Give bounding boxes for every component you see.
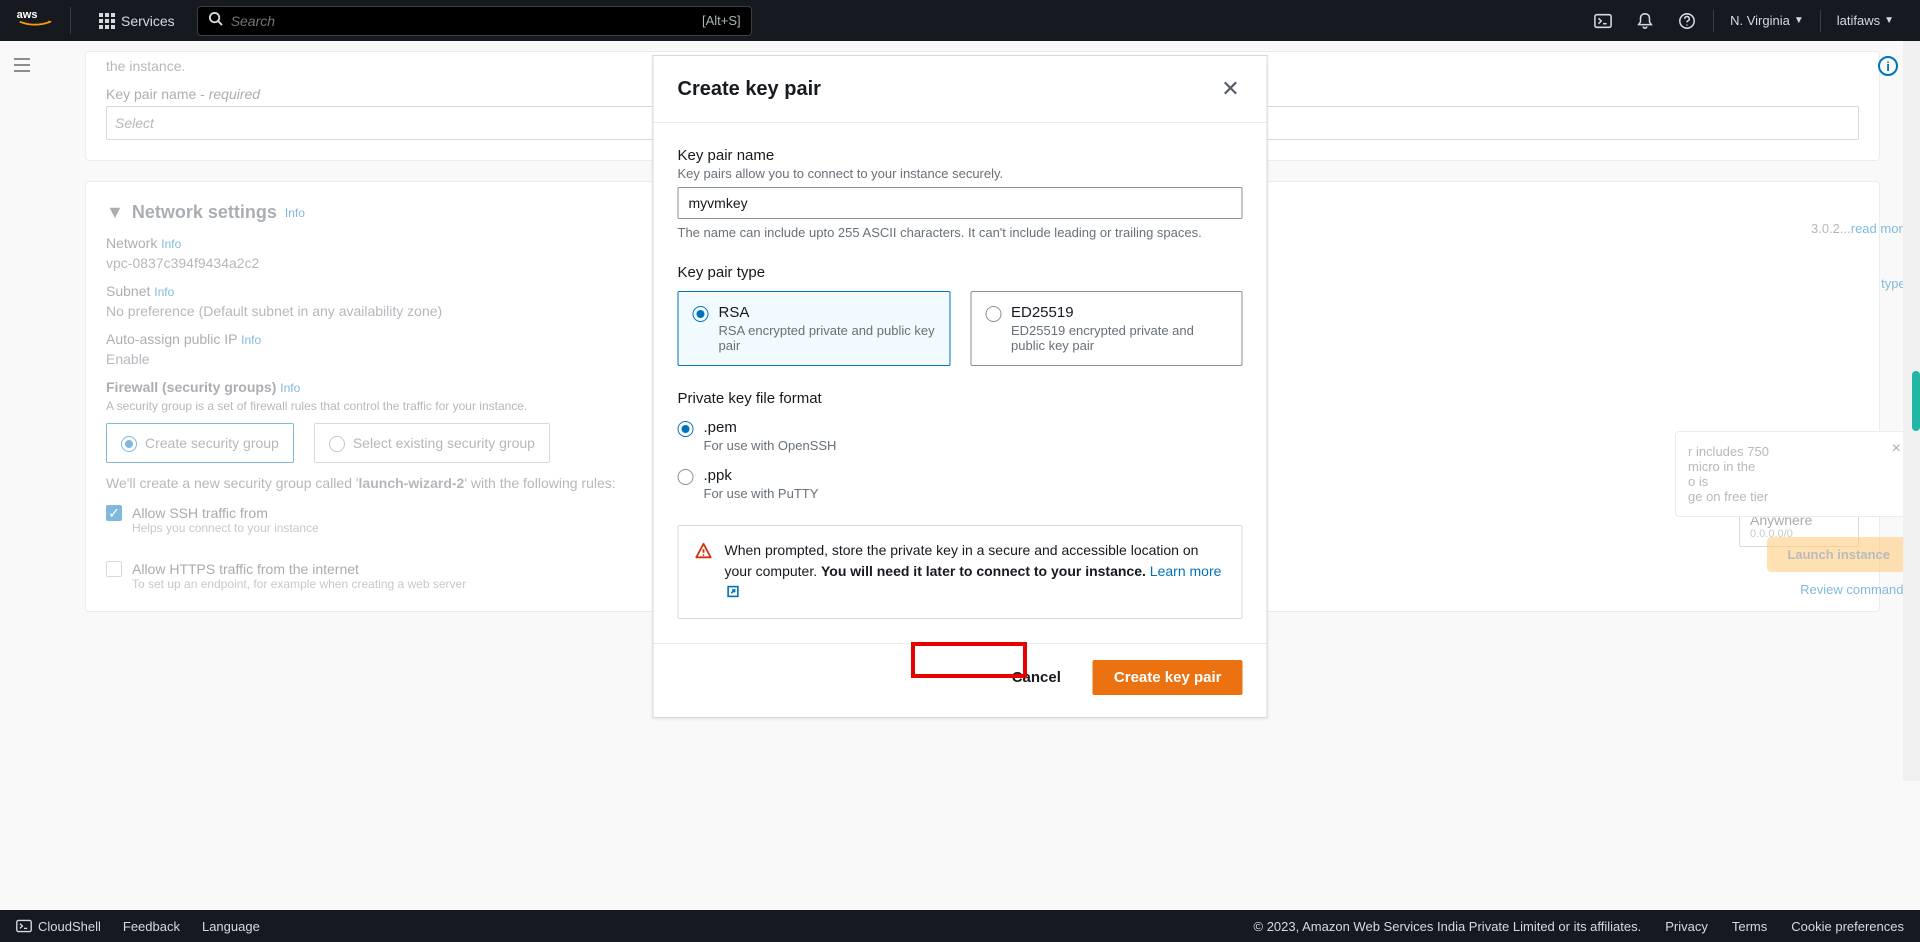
keypair-type-label: Key pair type [678, 264, 1243, 281]
radio-on-icon [693, 306, 709, 322]
chevron-down-icon: ▼ [1884, 15, 1894, 26]
services-label: Services [121, 13, 175, 29]
chevron-down-icon: ▼ [106, 202, 124, 223]
cloudshell-icon-button[interactable] [1583, 1, 1623, 41]
keypair-name-label: Key pair name [678, 147, 1243, 164]
svg-text:aws: aws [17, 9, 38, 21]
create-key-pair-button[interactable]: Create key pair [1093, 660, 1243, 695]
aws-logo[interactable]: aws [16, 7, 71, 34]
grid-icon [99, 13, 115, 29]
close-icon[interactable]: × [1892, 440, 1901, 458]
radio-on-icon [678, 421, 694, 437]
top-nav: aws Services [Alt+S] N. Virginia ▼ latif… [0, 0, 1920, 41]
rsa-option[interactable]: RSA RSA encrypted private and public key… [678, 291, 951, 366]
account-label: latifaws [1837, 13, 1880, 28]
search-icon [208, 11, 223, 31]
chevron-down-icon: ▼ [1794, 15, 1804, 26]
pem-option[interactable]: .pem For use with OpenSSH [678, 419, 1243, 453]
allow-https-checkbox[interactable] [106, 561, 122, 577]
radio-off-icon [678, 469, 694, 485]
create-sg-option[interactable]: Create security group [106, 423, 294, 463]
hamburger-menu[interactable] [12, 55, 36, 79]
free-tier-notice: × r includes 750 micro in the o is ge on… [1675, 431, 1910, 517]
ed25519-option[interactable]: ED25519 ED25519 encrypted private and pu… [970, 291, 1243, 366]
create-key-pair-modal: Create key pair ✕ Key pair name Key pair… [653, 55, 1268, 718]
keypair-name-input[interactable] [678, 187, 1243, 219]
notifications-icon-button[interactable] [1625, 1, 1665, 41]
scrollbar[interactable] [1903, 41, 1920, 781]
allow-ssh-checkbox[interactable]: ✓ [106, 505, 122, 521]
cancel-button[interactable]: Cancel [994, 660, 1079, 695]
info-icon[interactable]: i [1878, 56, 1898, 76]
region-label: N. Virginia [1730, 13, 1790, 28]
terms-link[interactable]: Terms [1732, 919, 1767, 934]
help-icon-button[interactable] [1667, 1, 1707, 41]
cookie-preferences-link[interactable]: Cookie preferences [1791, 919, 1904, 934]
language-selector[interactable]: Language [202, 919, 260, 934]
account-menu[interactable]: latifaws ▼ [1827, 13, 1904, 28]
warning-box: When prompted, store the private key in … [678, 525, 1243, 619]
modal-title: Create key pair [678, 78, 821, 101]
search-shortcut-hint: [Alt+S] [702, 13, 741, 28]
radio-off-icon [985, 306, 1001, 322]
region-selector[interactable]: N. Virginia ▼ [1720, 13, 1814, 28]
privacy-link[interactable]: Privacy [1665, 919, 1708, 934]
search-box[interactable]: [Alt+S] [197, 6, 752, 36]
external-link-icon [727, 583, 740, 604]
footer-bar: CloudShell Feedback Language © 2023, Ama… [0, 910, 1920, 942]
ppk-option[interactable]: .ppk For use with PuTTY [678, 467, 1243, 501]
close-icon[interactable]: ✕ [1219, 76, 1243, 102]
launch-instance-button[interactable]: Launch instance [1767, 537, 1910, 572]
select-sg-option[interactable]: Select existing security group [314, 423, 550, 463]
warning-icon [695, 542, 713, 604]
copyright-text: © 2023, Amazon Web Services India Privat… [1254, 919, 1642, 934]
review-commands-link[interactable]: Review commands [1675, 582, 1910, 597]
feedback-link[interactable]: Feedback [123, 919, 180, 934]
cloudshell-button[interactable]: CloudShell [16, 918, 101, 934]
search-input[interactable] [231, 13, 702, 29]
services-button[interactable]: Services [87, 13, 187, 29]
file-format-label: Private key file format [678, 390, 1243, 407]
